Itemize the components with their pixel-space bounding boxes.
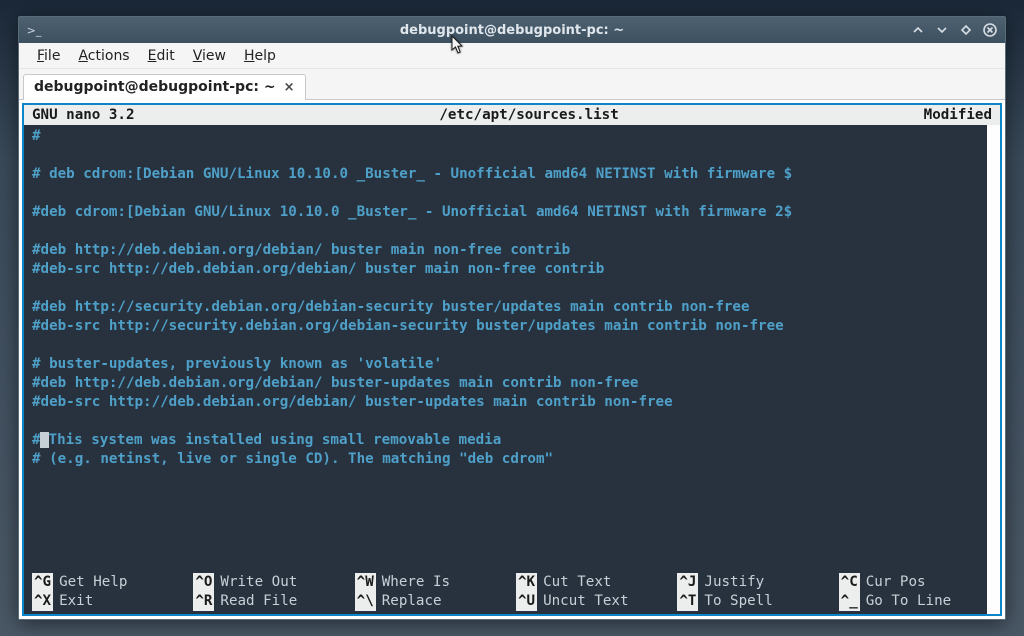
- nano-editor-area[interactable]: # # deb cdrom:[Debian GNU/Linux 10.10.0 _…: [24, 125, 1000, 572]
- menu-view[interactable]: View: [185, 46, 234, 66]
- terminal[interactable]: GNU nano 3.2 /etc/apt/sources.list Modif…: [22, 103, 1002, 616]
- tabbar: debugpoint@debugpoint-pc: ~ ×: [19, 69, 1005, 99]
- editor-line: #deb-src http://security.debian.org/debi…: [32, 317, 992, 336]
- shortcut-label: Justify: [704, 573, 764, 592]
- editor-line: [32, 279, 992, 298]
- nano-shortcut: ^\ Replace: [355, 592, 508, 611]
- shortcut-key: ^C: [839, 573, 860, 592]
- nano-filename: /etc/apt/sources.list: [135, 106, 924, 125]
- nano-shortcut: ^W Where Is: [355, 573, 508, 592]
- app-icon: >_: [25, 21, 43, 39]
- shortcut-label: Where Is: [382, 573, 450, 592]
- editor-line: # deb cdrom:[Debian GNU/Linux 10.10.0 _B…: [32, 165, 992, 184]
- shortcut-key: ^W: [355, 573, 376, 592]
- terminal-container: GNU nano 3.2 /etc/apt/sources.list Modif…: [19, 99, 1005, 619]
- shortcut-label: Cut Text: [543, 573, 611, 592]
- text-cursor: [40, 432, 49, 448]
- shortcut-label: Replace: [382, 592, 442, 611]
- shortcut-label: Get Help: [59, 573, 127, 592]
- tab-close-icon[interactable]: ×: [284, 81, 295, 94]
- editor-line: [32, 336, 992, 355]
- shortcut-key: ^K: [516, 573, 537, 592]
- editor-line: [32, 184, 992, 203]
- editor-line: #This system was installed using small r…: [32, 431, 992, 450]
- shortcut-key: ^\: [355, 592, 376, 611]
- menu-actions[interactable]: Actions: [70, 46, 137, 66]
- nano-version: GNU nano 3.2: [32, 106, 135, 125]
- shortcut-label: Uncut Text: [543, 592, 628, 611]
- editor-line: # buster-updates, previously known as 'v…: [32, 355, 992, 374]
- nano-titlebar: GNU nano 3.2 /etc/apt/sources.list Modif…: [24, 105, 1000, 125]
- nano-shortcut: ^U Uncut Text: [516, 592, 669, 611]
- editor-line: # (e.g. netinst, live or single CD). The…: [32, 450, 992, 469]
- shortcut-key: ^R: [193, 592, 214, 611]
- editor-line: #deb-src http://deb.debian.org/debian/ b…: [32, 393, 992, 412]
- close-button[interactable]: [981, 21, 999, 39]
- tab-label: debugpoint@debugpoint-pc: ~: [34, 79, 276, 95]
- editor-line: #deb http://deb.debian.org/debian/ buste…: [32, 241, 992, 260]
- editor-line: #deb http://deb.debian.org/debian/ buste…: [32, 374, 992, 393]
- shortcut-key: ^U: [516, 592, 537, 611]
- menu-help[interactable]: Help: [236, 46, 284, 66]
- editor-line: #: [32, 127, 992, 146]
- menu-edit[interactable]: Edit: [140, 46, 183, 66]
- menubar: File Actions Edit View Help: [19, 43, 1005, 69]
- nano-shortcut: ^K Cut Text: [516, 573, 669, 592]
- editor-line: #deb http://security.debian.org/debian-s…: [32, 298, 992, 317]
- shortcut-label: Write Out: [220, 573, 297, 592]
- nano-shortcut: ^C Cur Pos: [839, 573, 992, 592]
- editor-line: #deb-src http://deb.debian.org/debian/ b…: [32, 260, 992, 279]
- window-controls: [909, 21, 999, 39]
- nano-shortcut: ^O Write Out: [193, 573, 346, 592]
- shortcut-label: Exit: [59, 592, 93, 611]
- shortcut-label: Read File: [220, 592, 297, 611]
- scrollbar[interactable]: [987, 125, 1000, 614]
- editor-line: [32, 222, 992, 241]
- editor-line: [32, 146, 992, 165]
- window-title: debugpoint@debugpoint-pc: ~: [19, 23, 1005, 38]
- shortcut-label: Go To Line: [866, 592, 951, 611]
- nano-shortcut: ^R Read File: [193, 592, 346, 611]
- nano-shortcut-bar: ^G Get Help ^O Write Out ^W Where Is ^K Cut Tex…: [24, 572, 1000, 614]
- titlebar[interactable]: >_ debugpoint@debugpoint-pc: ~: [19, 17, 1005, 43]
- maximize-button[interactable]: [957, 21, 975, 39]
- shortcut-label: Cur Pos: [866, 573, 926, 592]
- shortcut-label: To Spell: [704, 592, 772, 611]
- shortcut-key: ^J: [677, 573, 698, 592]
- nano-shortcut: ^X Exit: [32, 592, 185, 611]
- nano-shortcut: ^G Get Help: [32, 573, 185, 592]
- editor-line: #deb cdrom:[Debian GNU/Linux 10.10.0 _Bu…: [32, 203, 992, 222]
- terminal-window: >_ debugpoint@debugpoint-pc: ~ File Acti…: [18, 16, 1006, 620]
- nano-shortcut: ^J Justify: [677, 573, 830, 592]
- shortcut-key: ^_: [839, 592, 860, 611]
- editor-line: [32, 412, 992, 431]
- tab-active[interactable]: debugpoint@debugpoint-pc: ~ ×: [23, 74, 306, 100]
- menu-file[interactable]: File: [29, 46, 68, 66]
- nano-shortcut: ^_ Go To Line: [839, 592, 992, 611]
- roll-up-button[interactable]: [909, 21, 927, 39]
- minimize-button[interactable]: [933, 21, 951, 39]
- shortcut-key: ^X: [32, 592, 53, 611]
- shortcut-key: ^G: [32, 573, 53, 592]
- shortcut-key: ^T: [677, 592, 698, 611]
- nano-shortcut: ^T To Spell: [677, 592, 830, 611]
- nano-status: Modified: [924, 106, 992, 125]
- shortcut-key: ^O: [193, 573, 214, 592]
